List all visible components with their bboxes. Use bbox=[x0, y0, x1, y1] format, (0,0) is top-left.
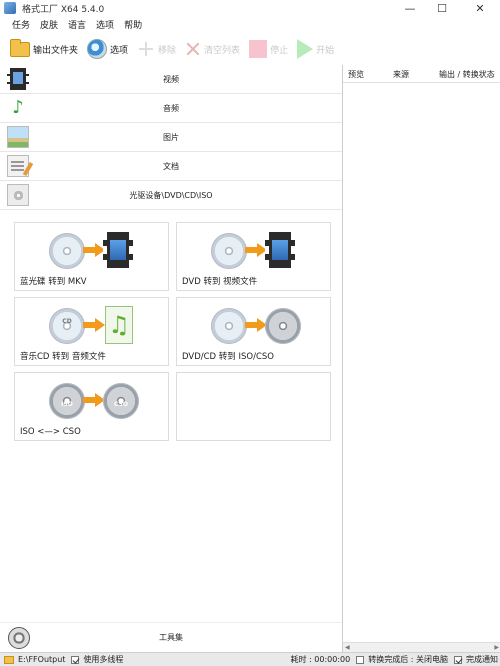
tile-label: 音乐CD 转到 音频文件 bbox=[20, 352, 106, 362]
elapsed-time: 耗时 : 00:00:00 bbox=[290, 655, 351, 664]
notify-label: 完成通知 bbox=[466, 655, 498, 664]
tile-cd-to-audio[interactable]: CD ♫ 音乐CD 转到 音频文件 bbox=[14, 297, 169, 366]
stop-button[interactable]: 停止 bbox=[249, 37, 288, 61]
bluray-disc-icon bbox=[49, 233, 85, 269]
close-button[interactable]: ✕ bbox=[468, 0, 492, 16]
title-bar: 格式工厂 X64 5.4.0 — ☐ ✕ bbox=[0, 0, 500, 16]
scroll-right-icon[interactable]: ▶ bbox=[494, 644, 499, 651]
maximize-button[interactable]: ☐ bbox=[430, 0, 454, 16]
category-audio-label: 音频 bbox=[163, 104, 179, 113]
stop-label: 停止 bbox=[270, 45, 289, 56]
after-convert-label: 转换完成后 : 关闭电脑 bbox=[368, 655, 448, 664]
tile-art bbox=[211, 304, 301, 346]
tile-bluray-to-mkv[interactable]: 蓝光碟 转到 MKV bbox=[14, 222, 169, 291]
menu-bar: 任务 皮肤 语言 选项 帮助 bbox=[0, 16, 500, 32]
toolbox-label: 工具集 bbox=[159, 633, 183, 642]
tile-iso-cso[interactable]: ISO CSO ISO <—> CSO bbox=[14, 372, 169, 441]
tile-dvd-to-video[interactable]: DVD 转到 视频文件 bbox=[176, 222, 331, 291]
cd-disc-icon bbox=[49, 308, 85, 344]
clear-list-label: 清空列表 bbox=[204, 45, 241, 56]
arrow-right-icon bbox=[83, 318, 105, 332]
arrow-right-icon bbox=[83, 393, 105, 407]
play-icon bbox=[297, 39, 314, 59]
notify-checkbox[interactable] bbox=[454, 655, 462, 664]
remove-icon bbox=[137, 40, 155, 58]
cso-disc-text: CSO bbox=[114, 401, 128, 408]
category-video-label: 视频 bbox=[163, 75, 179, 84]
column-preview[interactable]: 预览 bbox=[348, 69, 364, 80]
horizontal-scrollbar[interactable]: ◀ ▶ bbox=[343, 642, 500, 652]
music-file-icon: ♫ bbox=[105, 306, 133, 344]
stop-icon bbox=[249, 40, 268, 58]
tile-art bbox=[49, 229, 133, 271]
remove-button[interactable]: 移除 bbox=[137, 37, 176, 61]
tile-label: ISO <—> CSO bbox=[20, 427, 81, 437]
menu-help[interactable]: 帮助 bbox=[124, 18, 142, 31]
tile-label: 蓝光碟 转到 MKV bbox=[20, 277, 87, 287]
video-film-icon bbox=[103, 232, 133, 268]
arrow-right-icon bbox=[245, 243, 267, 257]
options-button[interactable]: 选项 bbox=[87, 37, 128, 61]
clear-list-button[interactable]: 清空列表 bbox=[185, 37, 240, 61]
start-button[interactable]: 开始 bbox=[297, 37, 334, 61]
options-icon bbox=[87, 39, 108, 59]
tile-empty bbox=[176, 372, 331, 441]
category-picture[interactable]: 图片 bbox=[0, 123, 342, 152]
tile-label: DVD 转到 视频文件 bbox=[182, 277, 258, 287]
remove-label: 移除 bbox=[158, 45, 177, 56]
category-document[interactable]: 文档 bbox=[0, 152, 342, 181]
task-list-header: 预览 来源 输出 / 转换状态 bbox=[343, 65, 500, 83]
category-audio[interactable]: ♪ 音频 bbox=[0, 94, 342, 123]
output-path[interactable]: E:\FFOutput bbox=[18, 655, 65, 664]
status-bar: E:\FFOutput 使用多线程 耗时 : 00:00:00 转换完成后 : … bbox=[0, 652, 500, 666]
after-convert-checkbox[interactable] bbox=[356, 655, 365, 664]
toolbar: 输出文件夹 选项 移除 清空列表 停止 开始 bbox=[0, 33, 500, 65]
category-document-label: 文档 bbox=[163, 162, 179, 171]
tile-dvdcd-to-isocso[interactable]: DVD/CD 转到 ISO/CSO bbox=[176, 297, 331, 366]
arrow-right-icon bbox=[83, 243, 105, 257]
tile-art: ISO CSO bbox=[49, 379, 139, 421]
menu-options[interactable]: 选项 bbox=[96, 18, 114, 31]
category-video[interactable]: 视频 bbox=[0, 65, 342, 94]
category-picture-label: 图片 bbox=[163, 133, 179, 142]
multithread-checkbox[interactable] bbox=[71, 655, 80, 664]
folder-icon bbox=[4, 655, 14, 664]
multithread-label: 使用多线程 bbox=[83, 655, 124, 664]
category-disc-label: 光驱设备\DVD\CD\ISO bbox=[129, 191, 213, 200]
cd-disc-text: CD bbox=[62, 318, 72, 325]
start-label: 开始 bbox=[316, 45, 335, 56]
output-folder-button[interactable]: 输出文件夹 bbox=[10, 37, 78, 61]
task-list-panel: 预览 来源 输出 / 转换状态 ◀ ▶ bbox=[342, 65, 500, 652]
column-output-status[interactable]: 输出 / 转换状态 bbox=[439, 69, 495, 80]
app-logo-icon bbox=[4, 2, 16, 14]
folder-icon bbox=[10, 38, 30, 57]
column-source[interactable]: 来源 bbox=[393, 69, 409, 80]
tile-art: CD ♫ bbox=[49, 304, 133, 346]
menu-language[interactable]: 语言 bbox=[68, 18, 86, 31]
window-title: 格式工厂 X64 5.4.0 bbox=[22, 4, 105, 15]
category-panel: 视频 ♪ 音频 图片 文档 光驱设备\DVD\CD\ISO 蓝光碟 转到 MKV… bbox=[0, 65, 342, 652]
scroll-left-icon[interactable]: ◀ bbox=[345, 644, 350, 651]
arrow-right-icon bbox=[245, 318, 267, 332]
category-disc-device[interactable]: 光驱设备\DVD\CD\ISO bbox=[0, 181, 342, 210]
toolbox-row[interactable]: 工具集 bbox=[0, 622, 342, 652]
iso-disc-text: ISO bbox=[61, 401, 73, 408]
dvd-disc-icon bbox=[211, 233, 247, 269]
dvd-disc-icon bbox=[211, 308, 247, 344]
clear-x-icon bbox=[185, 41, 201, 57]
tile-art bbox=[211, 229, 295, 271]
video-film-icon bbox=[265, 232, 295, 268]
output-folder-label: 输出文件夹 bbox=[33, 45, 79, 56]
tile-label: DVD/CD 转到 ISO/CSO bbox=[182, 352, 274, 362]
options-label: 选项 bbox=[110, 45, 129, 56]
minimize-button[interactable]: — bbox=[398, 0, 422, 16]
iso-disc-icon bbox=[265, 308, 301, 344]
menu-skin[interactable]: 皮肤 bbox=[40, 18, 58, 31]
menu-tasks[interactable]: 任务 bbox=[12, 18, 30, 31]
